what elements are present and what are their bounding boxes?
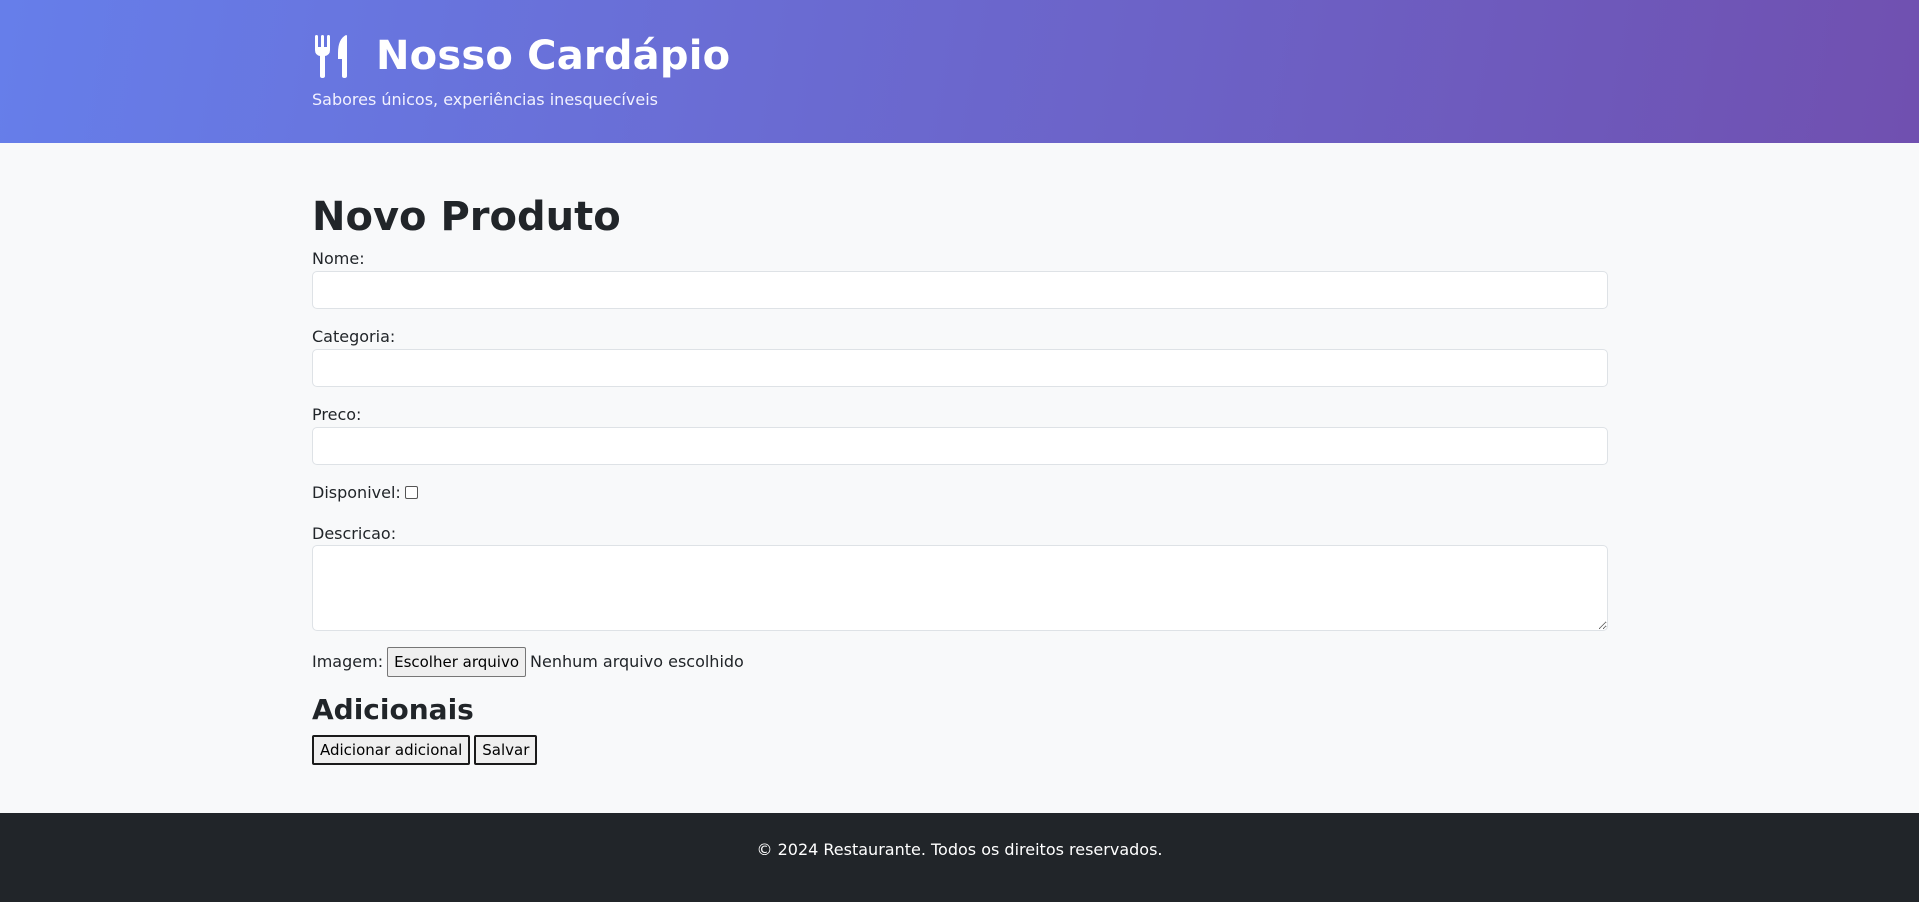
descricao-label: Descricao: (312, 524, 397, 543)
disponivel-row: Disponivel: (312, 483, 418, 503)
add-adicional-button[interactable]: Adicionar adicional (312, 735, 471, 765)
site-title: Nosso Cardápio (376, 33, 731, 79)
page-bottom-edge (0, 902, 1919, 908)
site-header: Nosso Cardápio Sabores únicos, experiênc… (0, 0, 1919, 143)
categoria-label: Categoria: (312, 327, 396, 346)
adicionais-heading: Adicionais (312, 693, 474, 726)
preco-input[interactable] (312, 427, 1608, 465)
page-title: Novo Produto (312, 194, 621, 240)
main-content: Novo Produto Nome: Categoria: Preco: Dis… (0, 143, 1919, 813)
categoria-input[interactable] (312, 349, 1608, 387)
choose-file-button[interactable]: Escolher arquivo (387, 647, 526, 677)
imagem-row: Imagem: Escolher arquivo Nenhum arquivo … (312, 647, 744, 677)
disponivel-label: Disponivel: (312, 483, 401, 502)
site-footer: © 2024 Restaurante. Todos os direitos re… (0, 813, 1919, 902)
nome-input[interactable] (312, 271, 1608, 309)
footer-copyright: © 2024 Restaurante. Todos os direitos re… (756, 840, 1163, 859)
nome-label: Nome: (312, 249, 365, 268)
utensils-icon (315, 35, 347, 78)
disponivel-checkbox[interactable] (404, 485, 418, 499)
save-button[interactable]: Salvar (474, 735, 538, 765)
form-actions: Adicionar adicional Salvar (312, 735, 541, 765)
descricao-textarea[interactable] (312, 545, 1608, 631)
brand: Nosso Cardápio (312, 30, 730, 82)
imagem-label: Imagem: (312, 652, 384, 671)
file-status-text: Nenhum arquivo escolhido (530, 652, 744, 671)
preco-label: Preco: (312, 405, 362, 424)
site-subtitle: Sabores únicos, experiências inesquecíve… (312, 90, 658, 109)
